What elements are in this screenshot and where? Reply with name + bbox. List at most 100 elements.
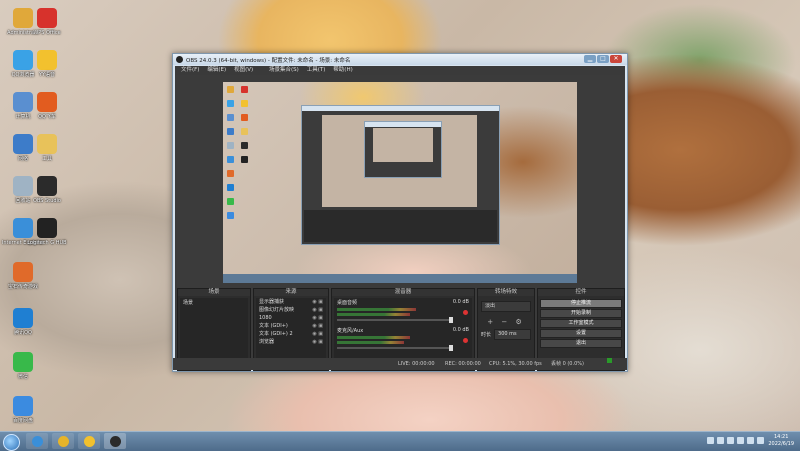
stream-health-indicator (607, 358, 612, 363)
source-name: 1080 (259, 315, 272, 321)
duration-input[interactable]: 300 ms (494, 329, 531, 340)
visibility-lock-icon[interactable]: ◉ ▣ (312, 322, 323, 330)
preview-canvas[interactable] (223, 82, 577, 283)
control-button[interactable]: 停止推流 (540, 299, 622, 308)
desktop-icon[interactable]: QQ飞车 (24, 92, 70, 120)
channel-db: 0.0 dB (452, 327, 469, 333)
source-item[interactable]: 浏览器 ◉ ▣ (256, 338, 326, 346)
mixer-channel: 桌面音频 0.0 dB (334, 298, 472, 323)
control-button[interactable]: 工作室模式 (540, 319, 622, 328)
menu-view[interactable]: 视图(V) (234, 66, 253, 75)
minimize-button[interactable]: ▁ (584, 55, 596, 63)
source-item[interactable]: 1080 ◉ ▣ (256, 314, 326, 322)
level-meter (337, 313, 410, 316)
live-time: LIVE: 00:00:00 (398, 361, 435, 367)
mute-icon[interactable] (463, 338, 468, 343)
ghub-icon (57, 435, 69, 447)
menu-help[interactable]: 帮助(H) (333, 66, 352, 75)
transition-toolbar[interactable]: + − ⚙ (478, 318, 534, 326)
scene-item[interactable]: 场景 (180, 298, 248, 307)
source-item[interactable]: 文本 (GDI+) ◉ ▣ (256, 322, 326, 330)
taskbar-ie-button[interactable] (26, 433, 48, 449)
menu-tools[interactable]: 工具(T) (307, 66, 326, 75)
wps-icon (37, 8, 57, 28)
desktop-icon-label: Logitech G HUB (27, 240, 67, 246)
sources-list[interactable]: 显示器捕获 ◉ ▣ 图像幻灯片放映 ◉ ▣ 1080 ◉ ▣ 文本 (GDI+) ◉ ▣ 文本 … (256, 298, 326, 358)
controls-title: 控件 (538, 289, 624, 296)
title-bar[interactable]: OBS 24.0.3 (64-bit, windows) - 配置文件: 未命名… (173, 54, 627, 65)
menu-edit[interactable]: 编辑(E) (207, 66, 226, 75)
desktop-icon[interactable]: OBS Studio (24, 176, 70, 204)
source-name: 显示器捕获 (259, 299, 285, 305)
source-item[interactable]: 图像幻灯片放映 ◉ ▣ (256, 306, 326, 314)
taskbar-ghub-button[interactable] (52, 433, 74, 449)
desktop-icon-label: 百度网盘 (12, 418, 33, 424)
source-name: 浏览器 (259, 339, 275, 345)
menu-scene-collection[interactable]: 场景集合(S) (269, 66, 299, 75)
desktop-icon[interactable]: Logitech G HUB (24, 218, 70, 246)
scenes-list[interactable]: 场景 (180, 298, 248, 358)
desktop-icon-label: 宝石传奇游戏 (7, 284, 38, 290)
maximize-button[interactable]: □ (597, 55, 609, 63)
transitions-title: 转场特效 (478, 289, 534, 296)
qq-icon (13, 308, 33, 328)
desktop-icon[interactable]: 微信 (0, 352, 46, 380)
mute-icon[interactable] (463, 310, 468, 315)
rec-time: REC: 00:00:00 (445, 361, 481, 367)
obs-icon (109, 435, 121, 447)
dock-row: 场景 场景 + − ⌃ ⌄ 来源 显示器捕获◉ ▣图像幻灯片放映◉ ▣1080◉… (175, 288, 625, 371)
qq-speed-icon (37, 92, 57, 112)
volume-knob[interactable] (449, 317, 453, 323)
system-tray[interactable] (707, 437, 764, 444)
taskbar: 14:21 2022/6/19 (0, 431, 800, 451)
obs-client-area: 场景 场景 + − ⌃ ⌄ 来源 显示器捕获◉ ▣图像幻灯片放映◉ ▣1080◉… (175, 75, 625, 371)
control-button[interactable]: 开始录制 (540, 309, 622, 318)
taskbar-yy-button[interactable] (78, 433, 100, 449)
ie-icon (31, 435, 43, 447)
mixer-title: 混音器 (332, 289, 474, 296)
source-name: 文本 (GDI+) 2 (259, 331, 293, 337)
visibility-lock-icon[interactable]: ◉ ▣ (312, 306, 323, 314)
level-meter (337, 341, 404, 344)
desktop-icon[interactable]: 宝石传奇游戏 (0, 262, 46, 290)
desktop-icon[interactable]: 腾讯QQ (0, 308, 46, 336)
cpu-fps: CPU: 5.1%, 30.00 fps (489, 361, 542, 367)
clock-date: 2022/6/19 (768, 441, 794, 447)
obs-icon (37, 176, 57, 196)
desktop-icon-label: OBS Studio (33, 198, 61, 204)
control-button[interactable]: 退出 (540, 339, 622, 348)
game-icon (13, 262, 33, 282)
source-item[interactable]: 显示器捕获 ◉ ▣ (256, 298, 326, 306)
desktop-icon[interactable]: 工具 (24, 134, 70, 162)
obs-logo-icon (176, 56, 183, 63)
desktop-icon[interactable]: WPS Office (24, 8, 70, 36)
clock[interactable]: 14:21 2022/6/19 (768, 434, 794, 448)
obs-window[interactable]: OBS 24.0.3 (64-bit, windows) - 配置文件: 未命名… (172, 53, 628, 372)
desktop-icon[interactable]: 百度网盘 (0, 396, 46, 424)
transition-select[interactable]: 淡出 (481, 301, 531, 312)
volume-slider[interactable] (337, 345, 453, 351)
source-item[interactable]: 文本 (GDI+) 2 ◉ ▣ (256, 330, 326, 338)
desktop-icon-label: 工具 (41, 156, 52, 162)
visibility-lock-icon[interactable]: ◉ ▣ (312, 330, 323, 338)
visibility-lock-icon[interactable]: ◉ ▣ (312, 338, 323, 346)
visibility-lock-icon[interactable]: ◉ ▣ (312, 314, 323, 322)
baidu-netdisk-icon (13, 396, 33, 416)
mixer-channel: 麦克风/Aux 0.0 dB (334, 326, 472, 351)
controls-buttons: 停止推流 开始录制 工作室模式 设置 退出 (538, 298, 624, 349)
status-bar: LIVE: 00:00:00 REC: 00:00:00 CPU: 5.1%, … (173, 358, 627, 370)
menu-file[interactable]: 文件(F) (181, 66, 199, 75)
start-button[interactable] (3, 434, 20, 451)
clock-time: 14:21 (773, 434, 789, 440)
taskbar-obs-button[interactable] (104, 433, 126, 449)
sources-title: 来源 (254, 289, 328, 296)
volume-knob[interactable] (449, 345, 453, 351)
volume-slider[interactable] (337, 317, 453, 323)
ghub-icon (37, 218, 57, 238)
visibility-lock-icon[interactable]: ◉ ▣ (312, 298, 323, 306)
source-name: 文本 (GDI+) (259, 323, 288, 329)
close-button[interactable]: ✕ (610, 55, 622, 63)
control-button[interactable]: 设置 (540, 329, 622, 338)
desktop-icon[interactable]: YY语音 (24, 50, 70, 78)
nested-obs-window (301, 105, 500, 245)
